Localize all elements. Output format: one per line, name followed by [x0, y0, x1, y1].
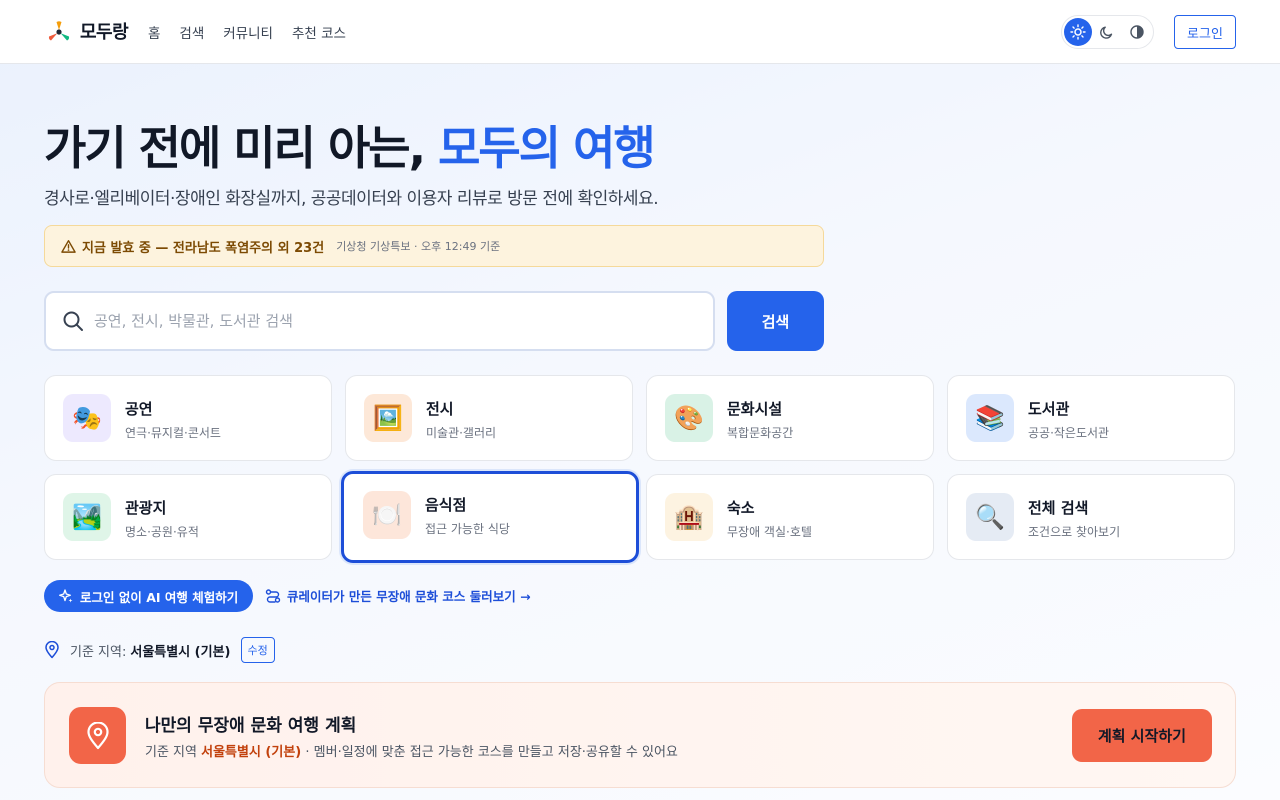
category-description: 접근 가능한 식당	[425, 522, 510, 536]
category-card[interactable]: 🔍 전체 검색조건으로 찾아보기	[947, 474, 1235, 560]
category-title: 숙소	[727, 499, 755, 517]
category-title: 전체 검색	[1028, 499, 1089, 517]
category-title: 전시	[426, 400, 454, 418]
search-button[interactable]: 검색	[727, 291, 824, 351]
category-title: 관광지	[125, 499, 167, 517]
hero-subtitle: 경사로·엘리베이터·장애인 화장실까지, 공공데이터와 이용자 리뷰로 방문 전…	[44, 189, 659, 209]
nav-home[interactable]: 홈	[148, 22, 160, 42]
category-card[interactable]: 📚 도서관공공·작은도서관	[947, 375, 1235, 461]
base-region: 기준 지역: 서울특별시 (기본) 수정	[44, 637, 275, 663]
dark-theme-button[interactable]	[1093, 18, 1121, 46]
category-description: 무장애 객실·호텔	[727, 525, 812, 539]
nav-community[interactable]: 커뮤니티	[223, 22, 273, 42]
category-title: 문화시설	[727, 400, 783, 418]
location-pin-icon	[45, 641, 59, 659]
category-description: 조건으로 찾아보기	[1028, 525, 1121, 539]
search-icon	[63, 311, 83, 331]
weather-alert-banner[interactable]: 지금 발효 중 — 전라남도 폭염주의 외 23건 기상청 기상특보 · 오후 …	[44, 225, 824, 267]
plan-title: 나만의 무장애 문화 여행 계획	[145, 716, 357, 736]
category-card[interactable]: 🖼️ 전시미술관·갤러리	[345, 375, 633, 461]
region-label: 기준 지역:	[70, 644, 127, 660]
hero-title: 가기 전에 미리 아는, 모두의 여행	[44, 112, 656, 178]
nav-recommended-course[interactable]: 추천 코스	[292, 22, 346, 42]
theme-switcher	[1061, 15, 1154, 49]
magnifier-icon: 🔍	[966, 493, 1014, 541]
ai-trial-button[interactable]: 로그인 없이 AI 여행 체험하기	[44, 580, 253, 612]
top-header: 모두랑 홈 검색 커뮤니티 추천 코스 로그인	[0, 0, 1280, 64]
category-title: 도서관	[1028, 400, 1070, 418]
landscape-icon: 🏞️	[63, 493, 111, 541]
category-card[interactable]: 🏨 숙소무장애 객실·호텔	[646, 474, 934, 560]
curator-course-link[interactable]: 큐레이터가 만든 무장애 문화 코스 둘러보기 →	[265, 586, 531, 605]
region-edit-button[interactable]: 수정	[240, 637, 275, 663]
ai-trial-label: 로그인 없이 AI 여행 체험하기	[80, 589, 239, 605]
moon-icon	[1100, 26, 1113, 39]
search-input[interactable]	[94, 312, 654, 330]
search-box	[44, 291, 715, 351]
plan-desc-suffix: · 멤버·일정에 맞춘 접근 가능한 코스를 만들고 저장·공유할 수 있어요	[301, 745, 678, 760]
category-card[interactable]: 🍽️ 음식점접근 가능한 식당	[341, 471, 639, 563]
region-value: 서울특별시 (기본)	[130, 644, 231, 660]
light-theme-button[interactable]	[1064, 18, 1092, 46]
category-card[interactable]: 🎭 공연연극·뮤지컬·콘서트	[44, 375, 332, 461]
category-description: 명소·공원·유적	[125, 525, 199, 539]
logo-icon[interactable]	[46, 19, 72, 45]
category-card[interactable]: 🎨 문화시설복합문화공간	[646, 375, 934, 461]
route-icon	[265, 588, 281, 603]
map-pin-icon	[86, 721, 109, 749]
high-contrast-theme-button[interactable]	[1123, 18, 1151, 46]
category-description: 미술관·갤러리	[426, 426, 497, 440]
hero-title-main: 가기 전에 미리 아는,	[44, 121, 439, 175]
main-nav: 홈 검색 커뮤니티 추천 코스	[148, 22, 365, 42]
warning-icon	[61, 239, 76, 253]
category-title: 공연	[125, 400, 153, 418]
category-description: 복합문화공간	[727, 426, 794, 440]
category-description: 연극·뮤지컬·콘서트	[125, 426, 221, 440]
hotel-icon: 🏨	[665, 493, 713, 541]
login-button[interactable]: 로그인	[1174, 15, 1236, 49]
hero-title-accent: 모두의 여행	[438, 121, 656, 175]
plate-icon: 🍽️	[363, 491, 411, 539]
performing-arts-icon: 🎭	[63, 394, 111, 442]
books-icon: 📚	[966, 394, 1014, 442]
plan-desc-prefix: 기준 지역	[145, 745, 202, 760]
framed-picture-icon: 🖼️	[364, 394, 412, 442]
nav-search[interactable]: 검색	[179, 22, 204, 42]
category-card[interactable]: 🏞️ 관광지명소·공원·유적	[44, 474, 332, 560]
plan-description: 기준 지역 서울특별시 (기본) · 멤버·일정에 맞춘 접근 가능한 코스를 …	[145, 741, 678, 760]
sparkle-icon	[59, 589, 73, 603]
plan-desc-region: 서울특별시 (기본)	[201, 745, 302, 760]
category-title: 음식점	[425, 496, 467, 514]
palette-icon: 🎨	[665, 394, 713, 442]
curator-course-label: 큐레이터가 만든 무장애 문화 코스 둘러보기 →	[287, 589, 531, 604]
alert-text: 지금 발효 중 — 전라남도 폭염주의 외 23건	[82, 240, 325, 256]
brand-name[interactable]: 모두랑	[80, 18, 129, 44]
alert-meta: 기상청 기상특보 · 오후 12:49 기준	[336, 240, 501, 253]
start-plan-button[interactable]: 계획 시작하기	[1072, 709, 1212, 762]
plan-icon-tile	[69, 707, 126, 764]
contrast-icon	[1130, 25, 1144, 39]
sun-icon	[1070, 24, 1086, 40]
trip-plan-banner: 나만의 무장애 문화 여행 계획 기준 지역 서울특별시 (기본) · 멤버·일…	[44, 682, 1236, 788]
category-description: 공공·작은도서관	[1028, 426, 1110, 440]
